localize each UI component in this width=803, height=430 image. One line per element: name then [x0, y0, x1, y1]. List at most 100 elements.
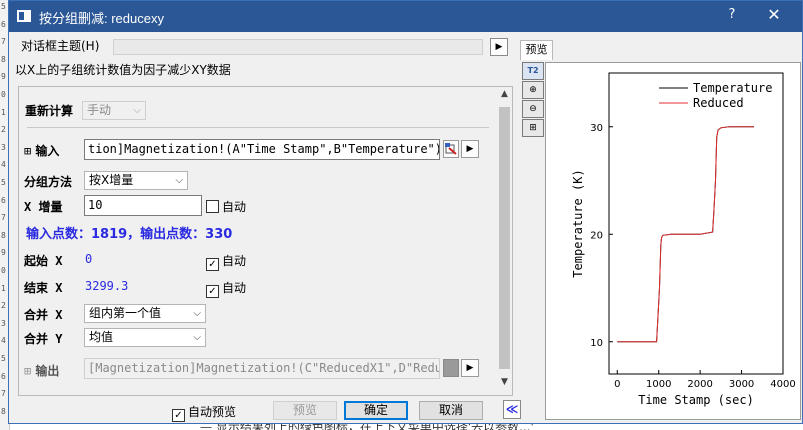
increment-auto-checkbox[interactable]: 自动 — [206, 198, 246, 214]
collapse-preview-button[interactable]: ≪ — [503, 400, 521, 419]
background-line-number: 3 — [1, 318, 6, 328]
recalc-label: 重新计算 — [25, 104, 74, 118]
preview-chart: 0 1000 2000 3000 4000 10 20 30 Time Stamp (sec) T… — [571, 72, 796, 407]
background-line-number: 5 — [1, 178, 6, 187]
preview-toolbar: T2 ⊕ ⊖ ⊞ — [522, 62, 544, 142]
auto-preview-label: 自动预览 — [188, 405, 237, 419]
plot-frame — [608, 72, 784, 375]
x-increment-label: X 增量 — [24, 200, 63, 214]
expand-plus-icon[interactable]: ⊞ — [24, 364, 31, 378]
close-button[interactable]: ✕ — [761, 5, 787, 27]
start-x-value: 0 — [85, 252, 93, 266]
background-line-number: 2 — [1, 125, 6, 135]
background-line-number: 0 — [1, 266, 6, 275]
checkmark-icon[interactable]: ✓ — [206, 258, 219, 271]
tab-preview[interactable]: 预览 — [520, 40, 553, 60]
cancel-button[interactable]: 取消 — [419, 401, 483, 420]
background-line-number: 1 — [1, 107, 6, 117]
background-line-number: 7 — [1, 213, 6, 223]
background-line-number: 9 — [1, 248, 6, 258]
x-tick-label: 4000 — [770, 379, 795, 390]
y-tick-label: 10 — [590, 338, 603, 349]
y-axis-label: Temperature (K) — [571, 169, 585, 277]
zoom-in-icon[interactable]: ⊕ — [522, 81, 544, 99]
x-tick-label: 2000 — [687, 379, 712, 390]
chevron-down-icon: ⌵ — [193, 308, 201, 319]
y-tick-label: 30 — [590, 123, 603, 134]
merge-x-label: 合并 X — [24, 308, 63, 322]
scroll-thumb[interactable] — [499, 107, 510, 369]
output-label-text: 输出 — [35, 364, 60, 378]
zoom-out-icon[interactable]: ⊖ — [522, 100, 544, 118]
preview-graph: 0 1000 2000 3000 4000 10 20 30 Time Stamp (sec) T… — [545, 62, 801, 420]
checkmark-icon[interactable]: ✓ — [206, 285, 219, 298]
y-tick-label: 20 — [590, 230, 603, 241]
background-line-number: 8 — [1, 406, 6, 416]
merge-y-value: 均值 — [89, 330, 114, 344]
checkmark-icon[interactable]: ✓ — [172, 409, 185, 422]
window-title: 按分组删减: reducexy — [39, 11, 164, 26]
merge-y-combobox[interactable]: 均值 ⌵ — [84, 328, 206, 347]
dialog-theme-combobox[interactable] — [113, 39, 483, 55]
dialog-description: 以X上的子组统计数值为因子减少XY数据 — [15, 63, 231, 77]
input-range-field[interactable]: tion]Magnetization!(A"Time Stamp",B"Temp… — [84, 139, 440, 160]
merge-y-label: 合并 Y — [24, 332, 63, 346]
background-line-number: 0 — [1, 90, 6, 99]
x-tick-label: 3000 — [729, 379, 754, 390]
end-x-label: 结束 X — [24, 281, 63, 295]
help-button[interactable]: ? — [721, 7, 743, 27]
input-label-text: 输入 — [35, 144, 60, 158]
preview-button: 预览 — [273, 401, 337, 420]
end-auto-checkbox[interactable]: ✓ 自动 — [206, 279, 247, 298]
points-info-text: 输入点数：1819，输出点数：330 — [26, 227, 233, 242]
background-line-number: 7 — [1, 389, 6, 399]
output-menu-button[interactable]: ▶ — [461, 359, 479, 377]
background-line-number: 8 — [1, 230, 6, 240]
title-bar[interactable]: 按分组删减: reducexy ? ✕ — [9, 1, 802, 32]
chevron-down-icon: ⌵ — [193, 332, 201, 343]
separator — [27, 127, 489, 128]
background-line-number: 2 — [1, 301, 6, 311]
legend-label: Temperature — [693, 81, 772, 95]
ok-button[interactable]: 确定 — [344, 401, 408, 420]
expand-plus-icon[interactable]: ⊞ — [24, 144, 31, 158]
chevron-down-icon: ⌵ — [175, 175, 183, 186]
checkbox-unchecked-icon[interactable] — [206, 200, 219, 213]
legend-label: Reduced — [693, 96, 744, 110]
x-tick-label: 1000 — [646, 379, 671, 390]
start-auto-label: 自动 — [222, 254, 247, 268]
settings-scrollbar[interactable]: ▲ ▼ — [497, 87, 512, 395]
increment-auto-label: 自动 — [222, 200, 247, 214]
chevron-down-icon: ⌵ — [133, 105, 141, 116]
merge-x-combobox[interactable]: 组内第一个值 ⌵ — [84, 304, 206, 323]
background-line-number: 6 — [1, 19, 6, 29]
x-increment-field[interactable]: 10 — [84, 195, 202, 216]
merge-x-value: 组内第一个值 — [89, 306, 162, 320]
output-label[interactable]: ⊞ 输出 — [24, 362, 59, 379]
background-line-number: 4 — [1, 336, 6, 346]
end-auto-label: 自动 — [222, 281, 247, 295]
background-line-number: 5 — [1, 2, 6, 11]
background-line-number: 5 — [1, 354, 6, 363]
toolbar-t2-icon[interactable]: T2 — [522, 62, 544, 80]
background-line-number: 9 — [1, 72, 6, 82]
scroll-up-icon[interactable]: ▲ — [498, 89, 511, 101]
start-auto-checkbox[interactable]: ✓ 自动 — [206, 252, 247, 271]
scroll-down-icon[interactable]: ▼ — [498, 377, 511, 389]
x-tick-label: 0 — [614, 379, 620, 390]
background-line-number: 6 — [1, 195, 6, 205]
group-method-combobox[interactable]: 按X增量 ⌵ — [84, 171, 188, 190]
input-label[interactable]: ⊞ 输入 — [24, 142, 59, 159]
reducexy-dialog: 按分组删减: reducexy ? ✕ 对话框主题(H) ▶ 以X上的子组统计数… — [8, 0, 803, 424]
end-x-value: 3299.3 — [85, 279, 129, 293]
input-menu-button[interactable]: ▶ — [461, 140, 479, 158]
recalc-combobox: 手动 ⌵ — [82, 101, 146, 120]
background-line-number: 1 — [1, 283, 6, 293]
theme-menu-button[interactable]: ▶ — [490, 38, 508, 56]
background-line-number: 6 — [1, 371, 6, 381]
auto-preview-checkbox[interactable]: ✓ 自动预览 — [172, 403, 237, 422]
background-line-number: 8 — [1, 54, 6, 64]
zoom-fit-icon[interactable]: ⊞ — [522, 119, 544, 137]
range-select-icon[interactable] — [443, 140, 459, 158]
background-line-number: 7 — [1, 37, 6, 47]
